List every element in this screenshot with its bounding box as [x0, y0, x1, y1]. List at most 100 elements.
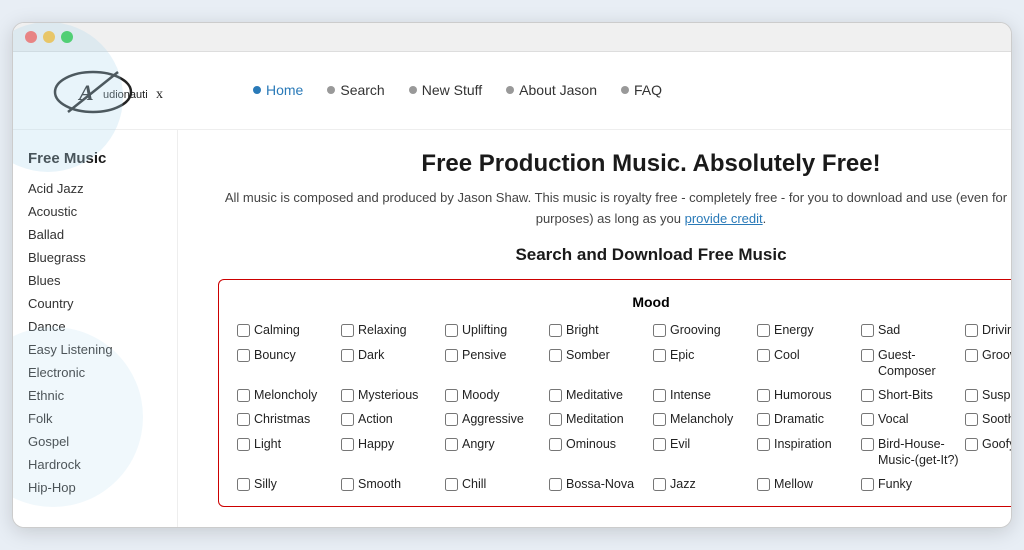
- checkbox-short-bits[interactable]: [861, 389, 874, 402]
- mood-christmas[interactable]: Christmas: [237, 411, 337, 427]
- mood-silly[interactable]: Silly: [237, 476, 337, 492]
- nav-item-faq[interactable]: FAQ: [621, 82, 662, 98]
- mood-calming[interactable]: Calming: [237, 322, 337, 338]
- nav-item-newstuff[interactable]: New Stuff: [409, 82, 482, 98]
- checkbox-uplifting[interactable]: [445, 324, 458, 337]
- fullscreen-dot[interactable]: [61, 31, 73, 43]
- checkbox-funky[interactable]: [861, 478, 874, 491]
- mood-soothing[interactable]: Soothing: [965, 411, 1012, 427]
- checkbox-bird-house[interactable]: [861, 438, 874, 451]
- checkbox-epic[interactable]: [653, 349, 666, 362]
- mood-melancholy[interactable]: Melancholy: [653, 411, 753, 427]
- sidebar-item-ethnic[interactable]: Ethnic: [28, 384, 162, 407]
- checkbox-grooving[interactable]: [653, 324, 666, 337]
- mood-angry[interactable]: Angry: [445, 436, 545, 452]
- nav-item-aboutjason[interactable]: About Jason: [506, 82, 597, 98]
- mood-epic[interactable]: Epic: [653, 347, 753, 363]
- mood-chill[interactable]: Chill: [445, 476, 545, 492]
- checkbox-humorous[interactable]: [757, 389, 770, 402]
- mood-happy[interactable]: Happy: [341, 436, 441, 452]
- checkbox-bright[interactable]: [549, 324, 562, 337]
- checkbox-aggressive[interactable]: [445, 413, 458, 426]
- checkbox-inspiration[interactable]: [757, 438, 770, 451]
- mood-guest-composer[interactable]: Guest-Composer: [861, 347, 961, 380]
- checkbox-sad[interactable]: [861, 324, 874, 337]
- checkbox-chill[interactable]: [445, 478, 458, 491]
- checkbox-calming[interactable]: [237, 324, 250, 337]
- checkbox-silly[interactable]: [237, 478, 250, 491]
- mood-intense[interactable]: Intense: [653, 387, 753, 403]
- sidebar-item-bluegrass[interactable]: Bluegrass: [28, 246, 162, 269]
- mood-moody[interactable]: Moody: [445, 387, 545, 403]
- checkbox-goofy[interactable]: [965, 438, 978, 451]
- checkbox-evil[interactable]: [653, 438, 666, 451]
- checkbox-pensive[interactable]: [445, 349, 458, 362]
- checkbox-mellow[interactable]: [757, 478, 770, 491]
- checkbox-meditation[interactable]: [549, 413, 562, 426]
- checkbox-energy[interactable]: [757, 324, 770, 337]
- sidebar-item-hip-hop[interactable]: Hip-Hop: [28, 476, 162, 499]
- mood-bright[interactable]: Bright: [549, 322, 649, 338]
- close-dot[interactable]: [25, 31, 37, 43]
- sidebar-item-acid-jazz[interactable]: Acid Jazz: [28, 177, 162, 200]
- mood-ominous[interactable]: Ominous: [549, 436, 649, 452]
- checkbox-moody[interactable]: [445, 389, 458, 402]
- checkbox-groove[interactable]: [965, 349, 978, 362]
- checkbox-smooth[interactable]: [341, 478, 354, 491]
- checkbox-light[interactable]: [237, 438, 250, 451]
- mood-meditation[interactable]: Meditation: [549, 411, 649, 427]
- mood-bossa-nova[interactable]: Bossa-Nova: [549, 476, 649, 492]
- checkbox-happy[interactable]: [341, 438, 354, 451]
- checkbox-relaxing[interactable]: [341, 324, 354, 337]
- checkbox-mysterious[interactable]: [341, 389, 354, 402]
- sidebar-item-gospel[interactable]: Gospel: [28, 430, 162, 453]
- checkbox-dramatic[interactable]: [757, 413, 770, 426]
- sidebar-item-folk[interactable]: Folk: [28, 407, 162, 430]
- checkbox-soothing[interactable]: [965, 413, 978, 426]
- mood-humorous[interactable]: Humorous: [757, 387, 857, 403]
- mood-suspenseful[interactable]: Suspenseful: [965, 387, 1012, 403]
- checkbox-melancholy[interactable]: [653, 413, 666, 426]
- mood-dark[interactable]: Dark: [341, 347, 441, 363]
- nav-item-home[interactable]: Home: [253, 82, 303, 98]
- sidebar-item-acoustic[interactable]: Acoustic: [28, 200, 162, 223]
- checkbox-bossa-nova[interactable]: [549, 478, 562, 491]
- mood-meditative[interactable]: Meditative: [549, 387, 649, 403]
- mood-funky[interactable]: Funky: [861, 476, 961, 492]
- sidebar-item-electronic[interactable]: Electronic: [28, 361, 162, 384]
- mood-aggressive[interactable]: Aggressive: [445, 411, 545, 427]
- checkbox-meditative[interactable]: [549, 389, 562, 402]
- checkbox-christmas[interactable]: [237, 413, 250, 426]
- checkbox-cool[interactable]: [757, 349, 770, 362]
- nav-item-search[interactable]: Search: [327, 82, 384, 98]
- mood-pensive[interactable]: Pensive: [445, 347, 545, 363]
- mood-cool[interactable]: Cool: [757, 347, 857, 363]
- sidebar-item-easy-listening[interactable]: Easy Listening: [28, 338, 162, 361]
- mood-meloncholy[interactable]: Meloncholy: [237, 387, 337, 403]
- checkbox-jazz[interactable]: [653, 478, 666, 491]
- mood-sad[interactable]: Sad: [861, 322, 961, 338]
- minimize-dot[interactable]: [43, 31, 55, 43]
- mood-driving[interactable]: Driving: [965, 322, 1012, 338]
- mood-somber[interactable]: Somber: [549, 347, 649, 363]
- checkbox-meloncholy[interactable]: [237, 389, 250, 402]
- sidebar-item-country[interactable]: Country: [28, 292, 162, 315]
- checkbox-guest-composer[interactable]: [861, 349, 874, 362]
- mood-bird-house[interactable]: Bird-House-Music-(get-It?): [861, 436, 961, 469]
- mood-evil[interactable]: Evil: [653, 436, 753, 452]
- mood-light[interactable]: Light: [237, 436, 337, 452]
- checkbox-angry[interactable]: [445, 438, 458, 451]
- provide-credit-link[interactable]: provide credit: [685, 211, 763, 226]
- mood-grooving[interactable]: Grooving: [653, 322, 753, 338]
- mood-bouncy[interactable]: Bouncy: [237, 347, 337, 363]
- mood-inspiration[interactable]: Inspiration: [757, 436, 857, 452]
- mood-mysterious[interactable]: Mysterious: [341, 387, 441, 403]
- mood-uplifting[interactable]: Uplifting: [445, 322, 545, 338]
- checkbox-action[interactable]: [341, 413, 354, 426]
- mood-jazz[interactable]: Jazz: [653, 476, 753, 492]
- mood-action[interactable]: Action: [341, 411, 441, 427]
- checkbox-bouncy[interactable]: [237, 349, 250, 362]
- checkbox-ominous[interactable]: [549, 438, 562, 451]
- mood-goofy[interactable]: Goofy: [965, 436, 1012, 452]
- sidebar-item-hardrock[interactable]: Hardrock: [28, 453, 162, 476]
